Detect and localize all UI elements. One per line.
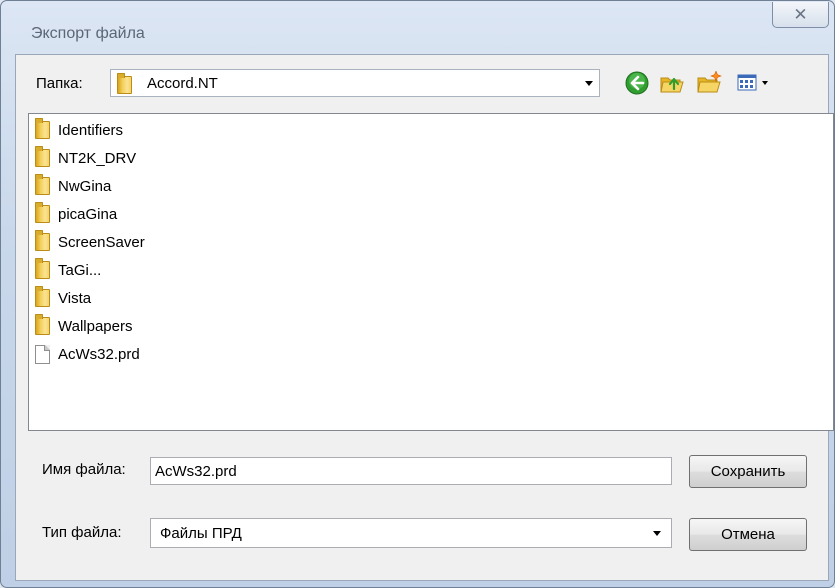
export-file-dialog: Экспорт файла ✕ Папка: Accord.NT Identif… (0, 0, 835, 588)
cancel-button-label: Отмена (721, 526, 775, 543)
list-item[interactable]: TaGi... (35, 258, 102, 281)
folder-icon (35, 174, 50, 195)
folder-combobox[interactable]: Accord.NT (110, 69, 600, 97)
folder-icon (35, 146, 50, 167)
list-item[interactable]: picaGina (35, 202, 118, 225)
item-name: NwGina (58, 177, 112, 195)
folder-icon (35, 286, 50, 307)
list-item[interactable]: Wallpapers (35, 314, 133, 337)
view-menu-icon (737, 74, 768, 91)
list-item[interactable]: Vista (35, 286, 92, 309)
item-name: AcWs32.prd (58, 345, 140, 363)
new-folder-button[interactable] (696, 70, 722, 96)
chevron-down-icon (585, 81, 593, 86)
filename-input[interactable] (150, 457, 672, 485)
up-folder-icon (660, 77, 684, 93)
chevron-down-icon (653, 531, 661, 536)
current-folder-name: Accord.NT (147, 75, 218, 92)
up-folder-button[interactable] (659, 70, 685, 96)
list-item[interactable]: AcWs32.prd (35, 343, 140, 365)
new-folder-icon (697, 71, 722, 93)
folder-label: Папка: (36, 75, 83, 92)
list-item[interactable]: NT2K_DRV (35, 146, 137, 169)
view-menu-button[interactable] (734, 70, 774, 96)
filetype-value: Файлы ПРД (160, 525, 242, 542)
folder-icon (117, 73, 132, 94)
filename-label: Имя файла: (42, 461, 126, 478)
back-icon (625, 71, 649, 95)
folder-icon (35, 258, 50, 279)
save-button-label: Сохранить (710, 463, 786, 480)
folder-icon (35, 230, 50, 251)
save-button[interactable]: Сохранить (689, 455, 807, 488)
item-name: Vista (58, 289, 92, 307)
filetype-select[interactable]: Файлы ПРД (150, 518, 672, 548)
dialog-body: Папка: Accord.NT Identifiers NT2K_DRV Nw… (15, 54, 834, 581)
list-item[interactable]: ScreenSaver (35, 230, 145, 253)
item-name: Wallpapers (58, 317, 133, 335)
close-icon: ✕ (793, 4, 808, 24)
list-item[interactable]: NwGina (35, 174, 112, 197)
folder-icon (35, 202, 50, 223)
folder-icon (35, 118, 50, 139)
folder-icon (35, 314, 50, 335)
file-icon (35, 344, 50, 364)
item-name: ScreenSaver (58, 233, 145, 251)
item-name: Identifiers (58, 121, 124, 139)
item-name: NT2K_DRV (58, 149, 137, 167)
cancel-button[interactable]: Отмена (689, 518, 807, 551)
item-name: TaGi... (58, 261, 102, 279)
back-button[interactable] (624, 70, 650, 96)
file-list[interactable]: Identifiers NT2K_DRV NwGina picaGina Scr… (28, 113, 834, 431)
item-name: picaGina (58, 205, 118, 223)
close-button[interactable]: ✕ (772, 2, 829, 28)
filetype-label: Тип файла: (42, 524, 122, 541)
dialog-title: Экспорт файла (31, 25, 145, 42)
list-item[interactable]: Identifiers (35, 118, 124, 141)
